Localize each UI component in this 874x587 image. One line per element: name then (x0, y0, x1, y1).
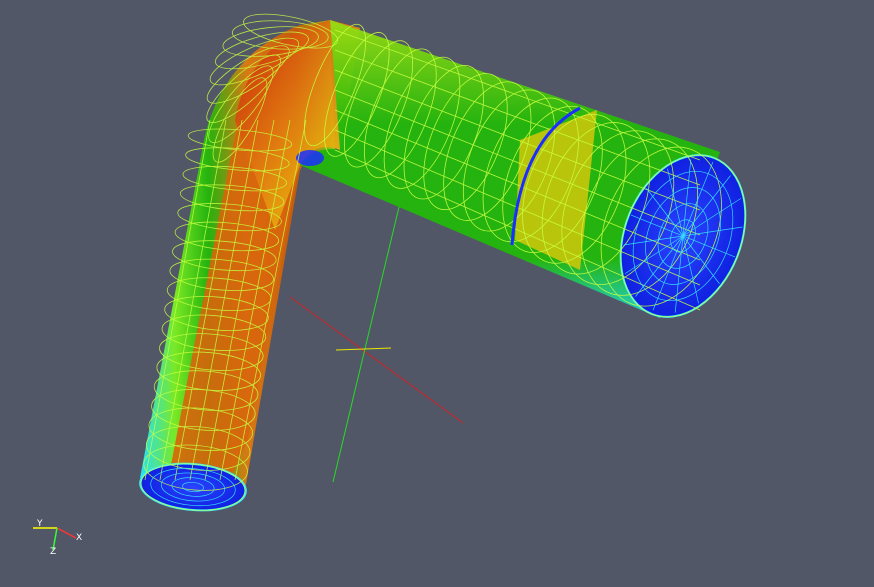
render-viewport[interactable]: Y X Z (0, 0, 874, 587)
orient-axis-z-label: Z (50, 547, 56, 557)
orient-axis-x-label: X (76, 533, 82, 543)
widget-axes (289, 206, 464, 483)
widget-axis-yellow (335, 347, 392, 351)
3d-scene[interactable]: Y X Z (0, 0, 874, 587)
widget-axis-red (289, 296, 464, 424)
orient-axis-x-line (56, 527, 77, 539)
pipe-mesh[interactable] (138, 7, 768, 514)
orientation-axes[interactable]: Y X Z (33, 519, 82, 557)
orient-axis-y-label: Y (36, 519, 43, 529)
inner-bend-spot (296, 150, 324, 166)
widget-axis-green (332, 206, 400, 483)
